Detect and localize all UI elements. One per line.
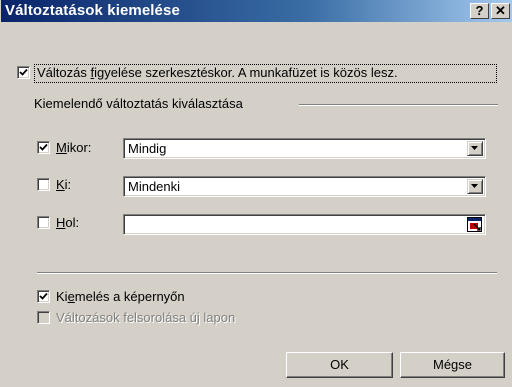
checkmark-icon [39, 292, 48, 300]
when-label[interactable]: Mikor: [56, 140, 91, 156]
when-label-accel: M [56, 140, 67, 155]
who-value: Mindenki [128, 179, 181, 194]
cancel-button[interactable]: Mégse [400, 352, 505, 378]
horizontal-separator [37, 272, 497, 274]
chevron-down-icon [471, 184, 478, 188]
who-checkbox[interactable] [37, 178, 50, 191]
who-dropdown[interactable]: Mindenki [123, 176, 486, 197]
list-changes-new-sheet-checkbox [37, 311, 50, 324]
where-checkbox[interactable] [37, 216, 50, 229]
highlight-on-screen-label[interactable]: Kiemelés a képernyőn [56, 289, 185, 305]
when-dropdown-button[interactable] [467, 141, 483, 156]
when-dropdown[interactable]: Mindig [123, 138, 486, 159]
when-checkbox[interactable] [37, 141, 50, 154]
where-label-accel: H [56, 215, 66, 230]
help-button[interactable]: ? [470, 3, 489, 19]
where-range-input[interactable] [123, 214, 486, 235]
chevron-down-icon [471, 146, 478, 150]
when-value: Mindig [128, 141, 167, 156]
track-changes-checkbox[interactable] [17, 66, 30, 79]
when-label-rest: ikor: [66, 140, 92, 155]
highlight-changes-dialog: Változtatások kiemelése ? ✕ Változás fig… [0, 0, 512, 387]
close-button[interactable]: ✕ [491, 3, 510, 19]
dialog-title: Változtatások kiemelése [5, 2, 180, 19]
title-bar: Változtatások kiemelése ? ✕ [1, 0, 512, 22]
checkmark-icon [39, 143, 48, 151]
where-label-rest: ol: [65, 215, 80, 230]
highlight-on-screen-label-pre: Ki [56, 289, 68, 304]
highlight-on-screen-label-post: melés a képernyőn [74, 289, 185, 304]
track-changes-label[interactable]: Változás figyelése szerkesztéskor. A mun… [37, 65, 398, 81]
who-label-rest: i: [64, 177, 72, 192]
checkmark-icon [19, 68, 28, 76]
ok-button[interactable]: OK [286, 352, 393, 378]
group-separator [299, 104, 498, 106]
highlight-on-screen-checkbox[interactable] [37, 290, 50, 303]
track-changes-label-suffix: igyelése szerkesztéskor. A munkafüzet is… [94, 65, 398, 80]
who-label[interactable]: Ki: [56, 177, 71, 193]
highlight-on-screen-label-accel: e [67, 289, 75, 304]
who-dropdown-button[interactable] [467, 179, 483, 194]
who-label-accel: K [56, 177, 65, 192]
where-label[interactable]: Hol: [56, 215, 79, 231]
group-label: Kiemelendő változtatás kiválasztása [34, 96, 243, 111]
range-select-icon[interactable] [467, 217, 482, 232]
list-changes-new-sheet-label: Változások felsorolása új lapon [56, 310, 236, 325]
track-changes-label-prefix: Változás [37, 65, 91, 80]
